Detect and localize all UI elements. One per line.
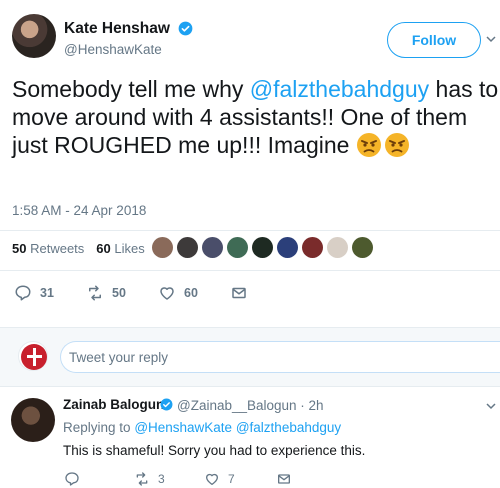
retweets-label: Retweets: [30, 241, 85, 256]
retweet-button[interactable]: 50: [86, 284, 158, 302]
liker-avatar[interactable]: [177, 237, 198, 258]
liker-avatars: [152, 237, 373, 258]
like-count: 60: [184, 286, 198, 300]
likes-count: 60: [96, 241, 111, 256]
reply-input[interactable]: Tweet your reply: [60, 341, 500, 373]
mention-link[interactable]: @falzthebahdguy: [250, 76, 429, 102]
retweet-button[interactable]: 3: [134, 471, 204, 487]
divider: [0, 270, 500, 271]
reply-actions: 3 7: [64, 471, 292, 487]
angry-face-icon: [356, 133, 381, 157]
like-icon: [160, 287, 174, 300]
reply-author-avatar[interactable]: [11, 398, 55, 442]
liker-avatar[interactable]: [302, 237, 323, 258]
reply-author-handle[interactable]: @Zainab__Balogun · 2h: [177, 398, 324, 413]
reply-text: This is shameful! Sorry you had to exper…: [63, 443, 366, 458]
replying-mention[interactable]: @falzthebahdguy: [236, 420, 341, 435]
like-count: 7: [228, 472, 235, 486]
retweets-stat[interactable]: 50 Retweets: [12, 241, 84, 256]
liker-avatar[interactable]: [152, 237, 173, 258]
reply-count: 31: [40, 286, 54, 300]
author-avatar[interactable]: [12, 14, 56, 58]
author-name[interactable]: Kate Henshaw: [64, 20, 170, 38]
chevron-down-icon[interactable]: [486, 34, 496, 44]
message-button[interactable]: [230, 284, 248, 302]
reply-tweet: Zainab Balogun @Zainab__Balogun · 2h Rep…: [0, 387, 500, 488]
tweet-timestamp[interactable]: 1:58 AM - 24 Apr 2018: [12, 203, 146, 218]
tweet-stats: 50 Retweets 60 Likes: [12, 241, 145, 256]
like-button[interactable]: 60: [158, 284, 230, 302]
liker-avatar[interactable]: [202, 237, 223, 258]
likes-stat[interactable]: 60 Likes: [96, 241, 144, 256]
retweet-icon: [136, 472, 148, 486]
message-icon: [278, 474, 290, 484]
verified-badge-icon: [160, 398, 173, 411]
main-tweet: Kate Henshaw @HenshawKate Follow Somebod…: [0, 0, 500, 318]
reply-icon: [15, 285, 31, 301]
reply-button[interactable]: [64, 471, 134, 487]
current-user-avatar[interactable]: [18, 341, 48, 371]
author-handle[interactable]: @HenshawKate: [64, 42, 162, 57]
liker-avatar[interactable]: [277, 237, 298, 258]
reply-author-name[interactable]: Zainab Balogun: [63, 397, 164, 412]
chevron-down-icon[interactable]: [486, 401, 496, 411]
message-icon: [232, 287, 246, 299]
liker-avatar[interactable]: [352, 237, 373, 258]
tweet-text-part1: Somebody tell me why: [12, 76, 250, 102]
liker-avatar[interactable]: [227, 237, 248, 258]
angry-face-icon: [384, 133, 409, 157]
replying-mention[interactable]: @HenshawKate: [134, 420, 232, 435]
tweet-actions: 31 50 60: [14, 284, 248, 302]
reply-icon: [65, 472, 79, 486]
likes-label: Likes: [114, 241, 145, 256]
tweet-text: Somebody tell me why @falzthebahdguy has…: [12, 75, 500, 159]
retweets-count: 50: [12, 241, 27, 256]
user-logo-icon: [21, 344, 47, 370]
verified-badge-icon: [178, 21, 193, 36]
reply-button[interactable]: 31: [14, 284, 86, 302]
divider: [0, 230, 500, 231]
liker-avatar[interactable]: [252, 237, 273, 258]
like-button[interactable]: 7: [204, 471, 276, 487]
retweet-count: 50: [112, 286, 126, 300]
follow-button[interactable]: Follow: [387, 22, 481, 58]
reply-composer: Tweet your reply: [0, 328, 500, 386]
retweet-count: 3: [158, 472, 165, 486]
replying-prefix: Replying to: [63, 420, 131, 435]
like-icon: [206, 473, 218, 485]
liker-avatar[interactable]: [327, 237, 348, 258]
retweet-icon: [89, 285, 101, 301]
replying-to: Replying to @HenshawKate @falzthebahdguy: [63, 420, 341, 435]
message-button[interactable]: [276, 471, 292, 487]
